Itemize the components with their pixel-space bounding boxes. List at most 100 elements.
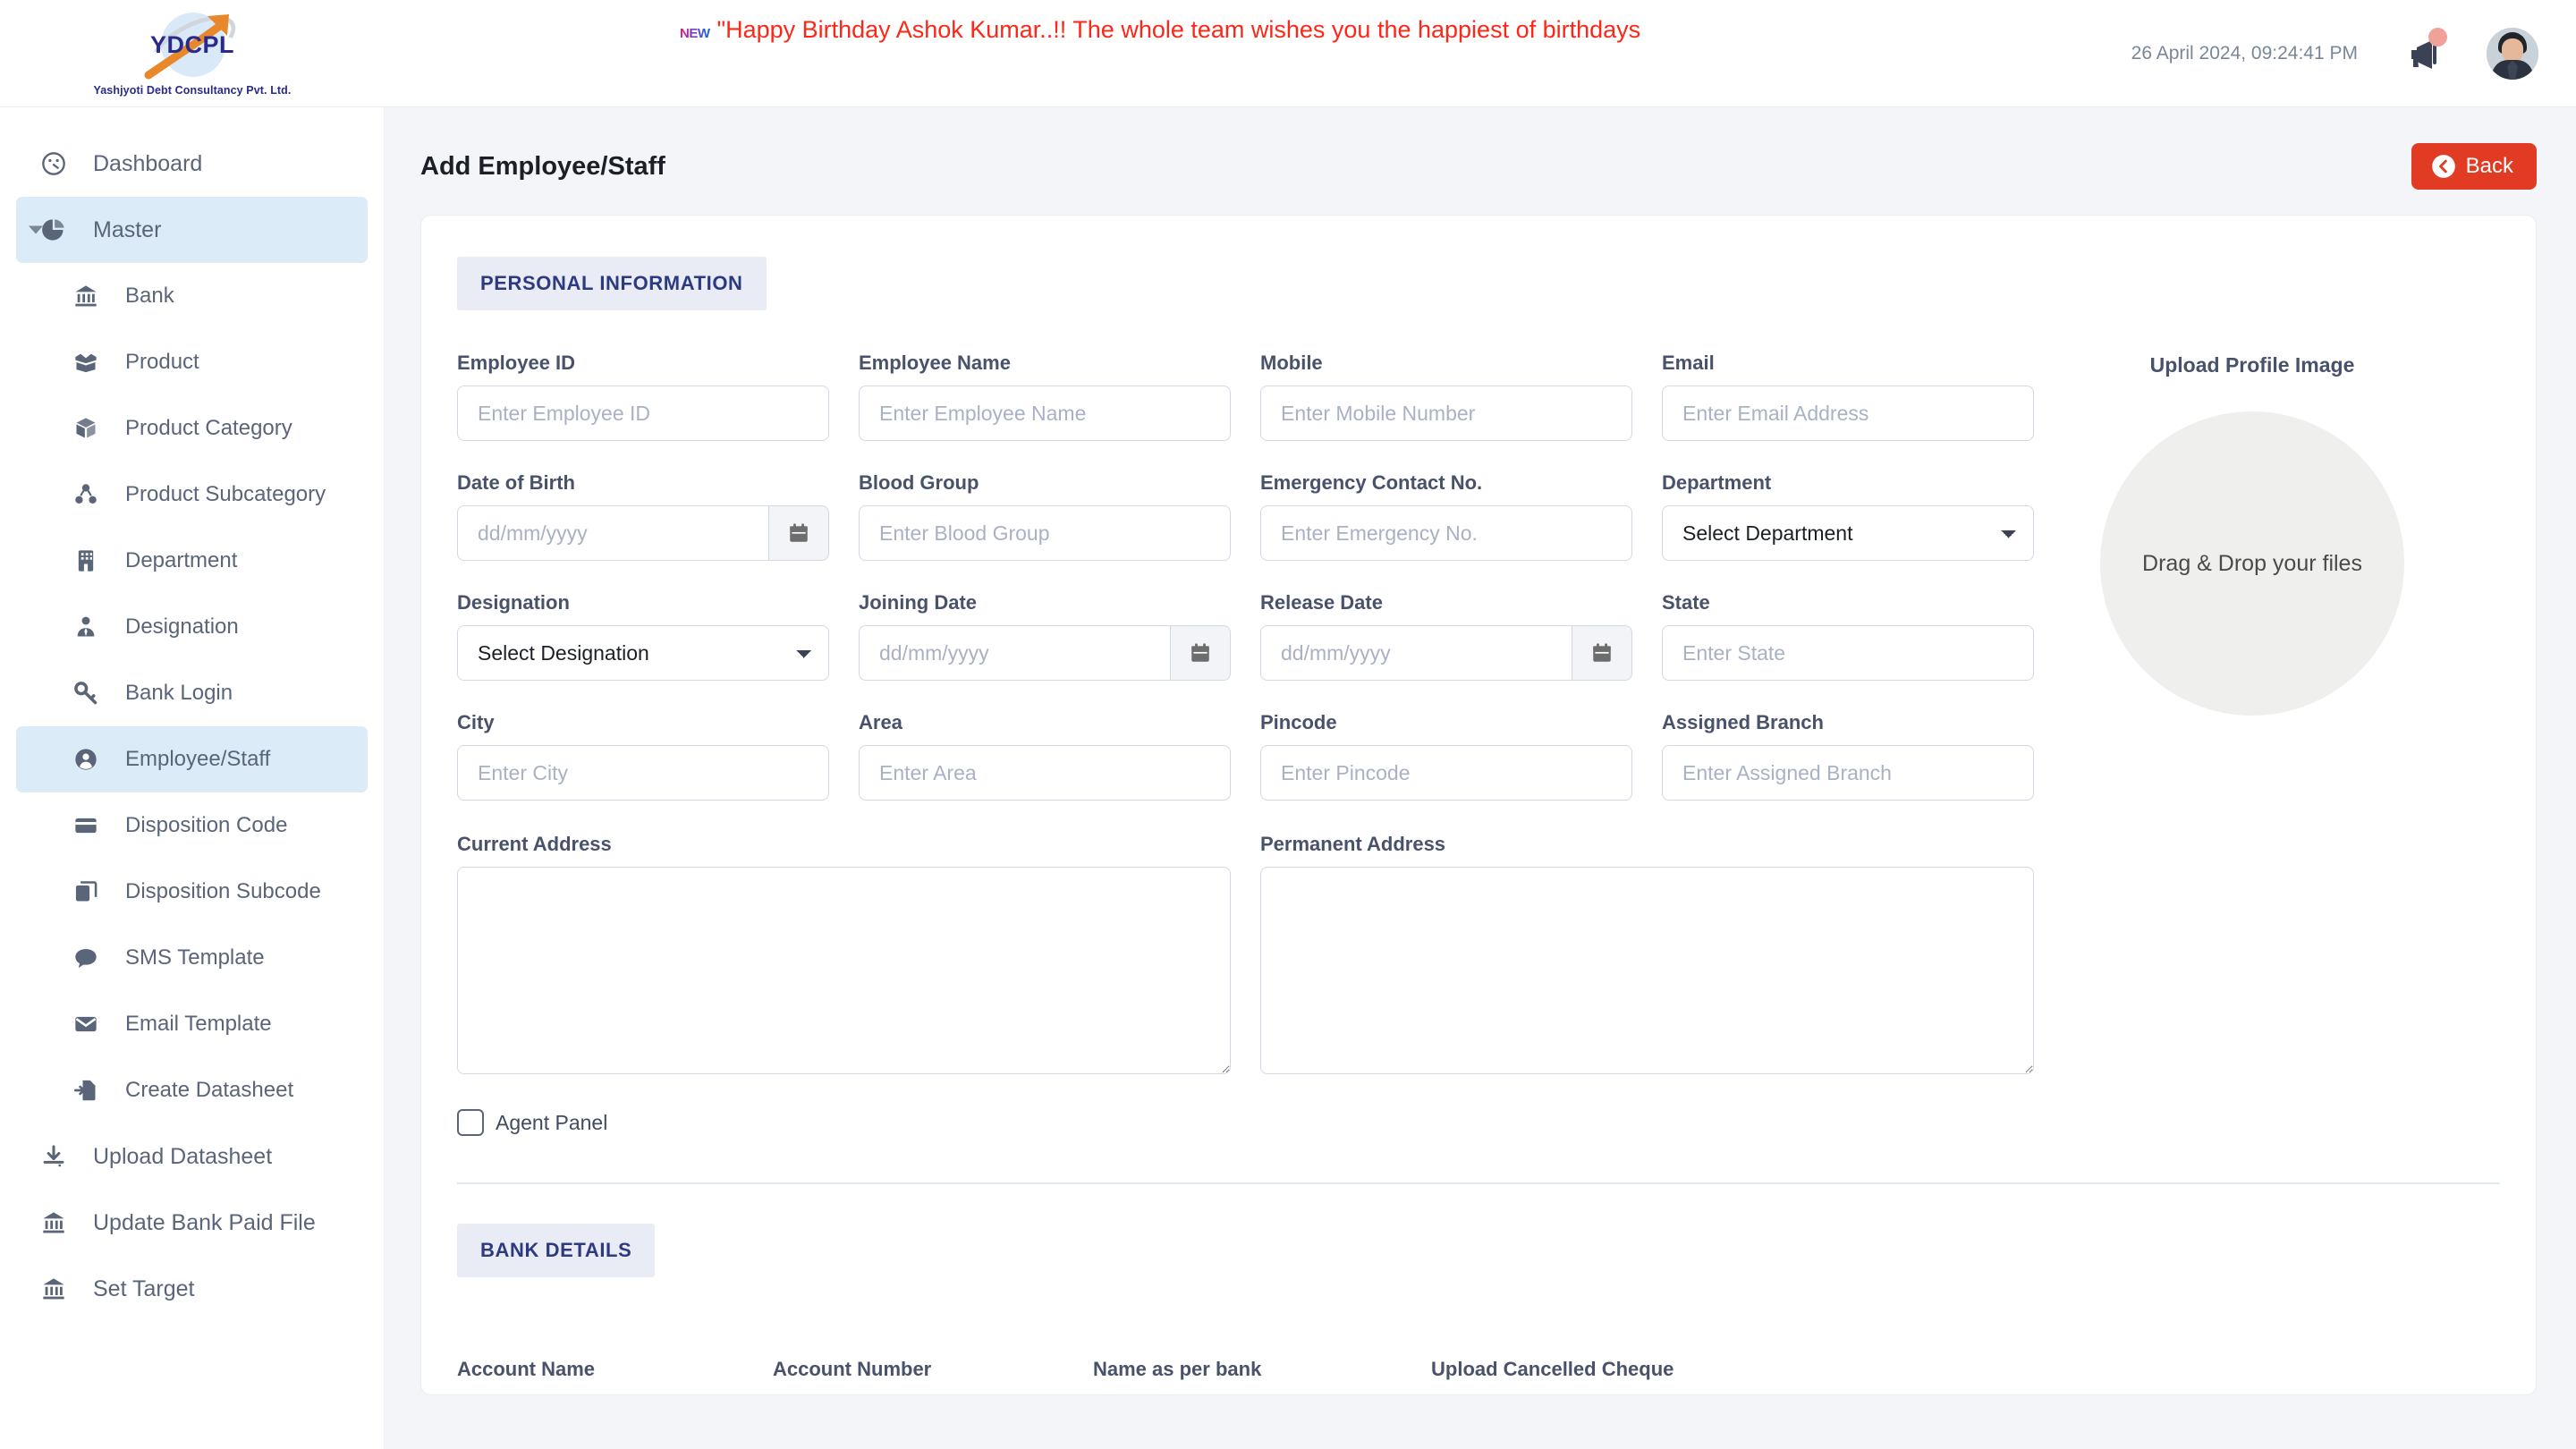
joining-date-input[interactable] bbox=[859, 625, 1170, 681]
designation-select[interactable]: Select Designation bbox=[457, 625, 829, 681]
date-of-birth-calendar-button[interactable] bbox=[768, 505, 829, 561]
announcement-marquee: NEW "Happy Birthday Ashok Kumar..!! The … bbox=[385, 0, 2131, 107]
current-address-textarea[interactable] bbox=[457, 867, 1231, 1074]
field-group-permanent-address: Permanent Address bbox=[1260, 833, 2034, 1079]
sidebar-item-department[interactable]: Department bbox=[16, 528, 368, 594]
dropzone-text: Drag & Drop your files bbox=[2142, 550, 2362, 576]
employee-id-input[interactable] bbox=[457, 386, 829, 441]
date-of-birth-group bbox=[457, 505, 829, 561]
department-select[interactable]: Select Department bbox=[1662, 505, 2034, 561]
sidebar-item-disposition-subcode[interactable]: Disposition Subcode bbox=[16, 859, 368, 925]
sidebar-item-update-bank-paid-file[interactable]: Update Bank Paid File bbox=[16, 1190, 368, 1256]
sidebar-item-label: Disposition Code bbox=[125, 813, 288, 837]
bank-icon bbox=[73, 283, 109, 309]
form-row: Designation Select Designation Joining Dat… bbox=[457, 591, 2034, 681]
key-icon bbox=[73, 680, 109, 707]
blood-group-input[interactable] bbox=[859, 505, 1231, 561]
employee-name-input[interactable] bbox=[859, 386, 1231, 441]
field-group-email: Email bbox=[1662, 352, 2034, 441]
address-row: Current Address Permanent Address bbox=[457, 833, 2500, 1079]
announcements-button[interactable] bbox=[2404, 27, 2447, 74]
bank-icon bbox=[41, 1275, 77, 1302]
release-date-input[interactable] bbox=[1260, 625, 1572, 681]
sidebar-item-dashboard[interactable]: Dashboard bbox=[16, 131, 368, 197]
back-button-label: Back bbox=[2465, 154, 2513, 178]
field-group-mobile: Mobile bbox=[1260, 352, 1632, 441]
field-group-state: State bbox=[1662, 591, 2034, 681]
sidebar-item-label: Product Category bbox=[125, 416, 292, 440]
sidebar-item-create-datasheet[interactable]: Create Datasheet bbox=[16, 1057, 368, 1123]
sidebar-item-employee-staff[interactable]: Employee/Staff bbox=[16, 726, 368, 792]
label-current-address: Current Address bbox=[457, 833, 612, 855]
header-actions: 26 April 2024, 09:24:41 PM bbox=[2131, 27, 2576, 80]
form-row: Date of Birth Blood Group Emergency Contac… bbox=[457, 471, 2034, 561]
assigned-branch-input[interactable] bbox=[1662, 745, 2034, 801]
brand-logo-block[interactable]: YDCPL Yashjyoti Debt Consultancy Pvt. Lt… bbox=[0, 0, 385, 107]
card-icon bbox=[73, 812, 109, 839]
sidebar-item-designation[interactable]: Designation bbox=[16, 594, 368, 660]
form-row: Employee ID Employee Name Mobile Email bbox=[457, 352, 2034, 441]
sidebar-item-bank[interactable]: Bank bbox=[16, 263, 368, 329]
file-export-icon bbox=[73, 1077, 109, 1104]
arrow-circle-left-icon bbox=[2431, 155, 2455, 178]
back-button[interactable]: Back bbox=[2411, 143, 2537, 190]
calendar-icon bbox=[790, 523, 808, 542]
agent-panel-checkbox-row[interactable]: Agent Panel bbox=[457, 1109, 2500, 1136]
sidebar-item-label: Create Datasheet bbox=[125, 1078, 294, 1102]
sidebar-item-label: Set Target bbox=[93, 1275, 195, 1301]
company-logo-mark: YDCPL bbox=[140, 3, 245, 86]
area-input[interactable] bbox=[859, 745, 1231, 801]
permanent-address-textarea[interactable] bbox=[1260, 867, 2034, 1074]
field-group-release-date: Release Date bbox=[1260, 591, 1632, 681]
brand-company-name: Yashjyoti Debt Consultancy Pvt. Ltd. bbox=[93, 83, 292, 97]
sidebar-item-bank-login[interactable]: Bank Login bbox=[16, 660, 368, 726]
pincode-input[interactable] bbox=[1260, 745, 1632, 801]
building-icon bbox=[73, 547, 109, 574]
user-avatar[interactable] bbox=[2487, 27, 2538, 80]
section-personal-information: PERSONAL INFORMATION bbox=[457, 257, 767, 310]
city-input[interactable] bbox=[457, 745, 829, 801]
field-group-department: Department Select Department bbox=[1662, 471, 2034, 561]
sidebar-item-product[interactable]: Product bbox=[16, 329, 368, 395]
joining-date-calendar-button[interactable] bbox=[1170, 625, 1231, 681]
pie-chart-icon bbox=[41, 216, 77, 243]
section-bank-details: BANK DETAILS bbox=[457, 1224, 656, 1277]
boxes-icon bbox=[73, 481, 109, 508]
state-input[interactable] bbox=[1662, 625, 2034, 681]
sidebar-item-label: Designation bbox=[125, 614, 239, 639]
sidebar-item-upload-datasheet[interactable]: Upload Datasheet bbox=[16, 1123, 368, 1190]
label-mobile: Mobile bbox=[1260, 352, 1323, 374]
envelope-icon bbox=[73, 1011, 109, 1038]
sidebar-item-label: Master bbox=[93, 216, 162, 242]
sidebar-item-sms-template[interactable]: SMS Template bbox=[16, 925, 368, 991]
profile-image-dropzone[interactable]: Drag & Drop your files bbox=[2100, 411, 2404, 716]
sidebar-item-email-template[interactable]: Email Template bbox=[16, 991, 368, 1057]
sidebar-item-label: Product bbox=[125, 350, 199, 374]
sidebar-item-disposition-code[interactable]: Disposition Code bbox=[16, 792, 368, 859]
label-account-name: Account Name bbox=[457, 1358, 596, 1380]
mobile-input[interactable] bbox=[1260, 386, 1632, 441]
field-group-designation: Designation Select Designation bbox=[457, 591, 829, 681]
dashboard-icon bbox=[41, 150, 77, 177]
label-assigned-branch: Assigned Branch bbox=[1662, 711, 1824, 733]
agent-panel-checkbox[interactable] bbox=[457, 1109, 484, 1136]
date-of-birth-input[interactable] bbox=[457, 505, 768, 561]
label-pincode: Pincode bbox=[1260, 711, 1337, 733]
field-group-emergency-contact: Emergency Contact No. bbox=[1260, 471, 1632, 561]
sidebar-item-label: Disposition Subcode bbox=[125, 879, 321, 903]
sidebar-item-master[interactable]: Master bbox=[16, 197, 368, 263]
sidebar-item-product-category[interactable]: Product Category bbox=[16, 395, 368, 462]
label-employee-name: Employee Name bbox=[859, 352, 1011, 374]
user-circle-icon bbox=[73, 746, 109, 773]
emergency-contact-input[interactable] bbox=[1260, 505, 1632, 561]
sidebar-item-set-target[interactable]: Set Target bbox=[16, 1256, 368, 1322]
label-joining-date: Joining Date bbox=[859, 591, 978, 614]
release-date-calendar-button[interactable] bbox=[1572, 625, 1632, 681]
field-group-employee-id: Employee ID bbox=[457, 352, 829, 441]
label-designation: Designation bbox=[457, 591, 570, 614]
chevron-down-icon[interactable] bbox=[29, 225, 43, 234]
field-group-assigned-branch: Assigned Branch bbox=[1662, 711, 2034, 801]
sidebar-item-product-subcategory[interactable]: Product Subcategory bbox=[16, 462, 368, 528]
open-box-icon bbox=[73, 349, 109, 376]
email-input[interactable] bbox=[1662, 386, 2034, 441]
